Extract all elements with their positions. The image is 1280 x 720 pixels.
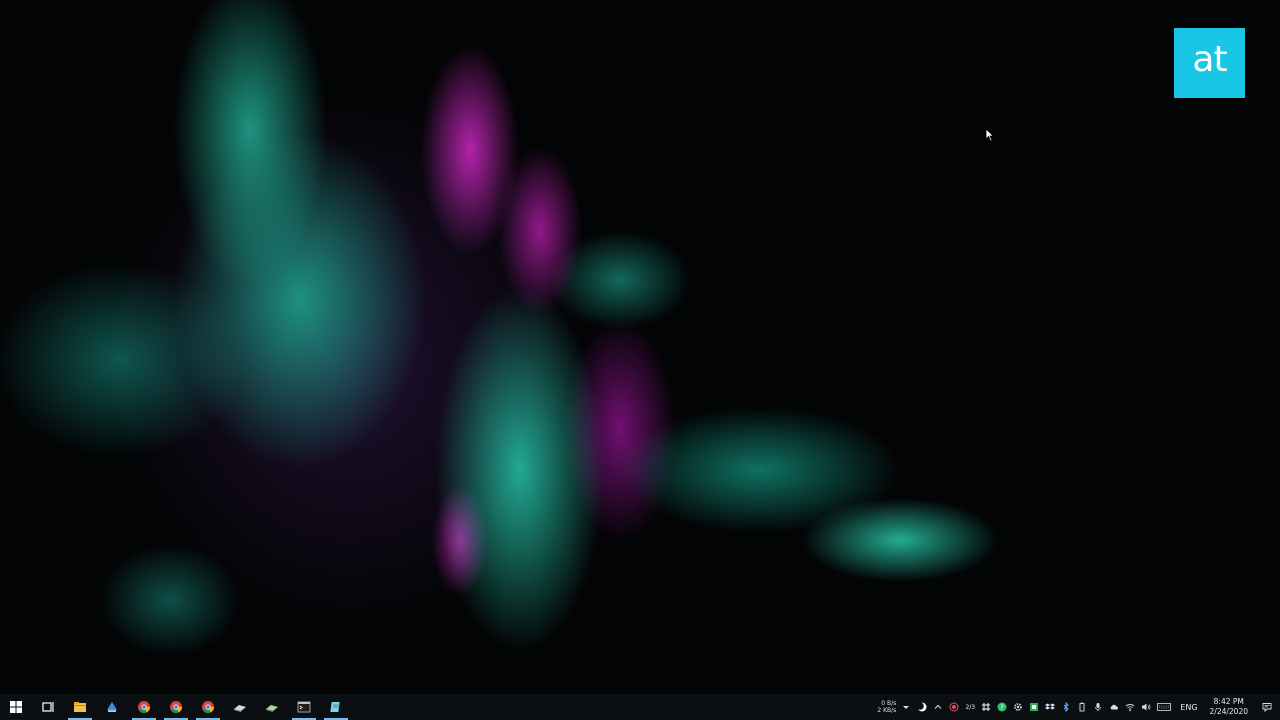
chevron-up-icon [934,704,942,709]
help-tray-icon[interactable]: ? [994,694,1010,720]
app-icon [266,705,278,712]
network-speed-meter: 0 B/s 2 KB/s [877,700,896,714]
cloud-icon [1110,704,1119,710]
input-language-indicator[interactable]: ENG [1174,703,1203,712]
chrome-button-3[interactable] [192,694,224,720]
counter-tray-item[interactable]: 2/3 [962,694,978,720]
night-light-toggle[interactable] [914,694,930,720]
dropbox-icon [1045,703,1056,710]
keyboard-icon [1157,703,1172,711]
folder-icon [74,702,86,712]
wifi-icon [1125,704,1135,712]
clock[interactable]: 8:42 PM 2/24/2020 [1204,697,1254,717]
record-icon [949,702,959,712]
action-center-button[interactable] [1254,694,1280,720]
bluetooth-tray-icon[interactable] [1058,694,1074,720]
microphone-tray-icon[interactable] [1090,694,1106,720]
green-app-icon [1030,703,1039,711]
show-hidden-icons-button[interactable] [930,694,946,720]
caret-down-icon [903,706,910,709]
mouse-cursor-icon [985,128,995,142]
upload-speed: 0 B/s [881,700,897,707]
system-tray: 0 B/s 2 KB/s 2/3 ? ENG 8:42 PM 2/24/2020 [877,694,1280,720]
notification-icon [1262,703,1272,712]
clock-date: 2/24/2020 [1209,707,1248,716]
download-speed: 2 KB/s [877,707,897,714]
settings-tray-icon[interactable] [1010,694,1026,720]
chrome-icon [202,701,214,713]
start-button[interactable] [0,694,32,720]
help-icon: ? [997,702,1007,712]
chrome-button-2[interactable] [160,694,192,720]
terminal-icon [297,701,311,713]
microphone-icon [1095,703,1102,711]
desktop-wallpaper: at [0,0,1280,694]
windows-logo-icon [10,701,22,713]
file-explorer-button[interactable] [64,694,96,720]
bluetooth-icon [1063,702,1069,712]
task-view-button[interactable] [32,694,64,720]
svg-text:?: ? [1000,704,1004,712]
tray-counter: 2/3 [965,703,976,711]
slack-tray-icon[interactable] [978,694,994,720]
app-gray-button[interactable] [224,694,256,720]
battery-icon [1079,702,1085,712]
cloud-tray-icon[interactable] [1106,694,1122,720]
taskbar: 0 B/s 2 KB/s 2/3 ? ENG 8:42 PM 2/24/2020 [0,694,1280,720]
brand-logo: at [1174,28,1245,98]
moon-icon [917,702,927,712]
clock-time: 8:42 PM [1213,697,1244,706]
green-app-tray-icon[interactable] [1026,694,1042,720]
notepad-button[interactable] [320,694,352,720]
chrome-button-1[interactable] [128,694,160,720]
wifi-tray-icon[interactable] [1122,694,1138,720]
app-blue-button[interactable] [96,694,128,720]
app-green-button[interactable] [256,694,288,720]
volume-tray-icon[interactable] [1138,694,1154,720]
dropbox-tray-icon[interactable] [1042,694,1058,720]
chrome-icon [138,701,150,713]
gear-icon [1014,703,1023,711]
task-view-icon [42,702,54,712]
touch-keyboard-button[interactable] [1154,694,1174,720]
speaker-icon [1142,703,1151,711]
terminal-button[interactable] [288,694,320,720]
notepad-icon [330,702,340,712]
net-meter-dropdown[interactable] [898,694,914,720]
app-icon [234,705,246,712]
battery-tray-icon[interactable] [1074,694,1090,720]
slack-icon [982,703,991,711]
record-tray-icon[interactable] [946,694,962,720]
chrome-icon [170,701,182,713]
app-icon [107,702,117,712]
